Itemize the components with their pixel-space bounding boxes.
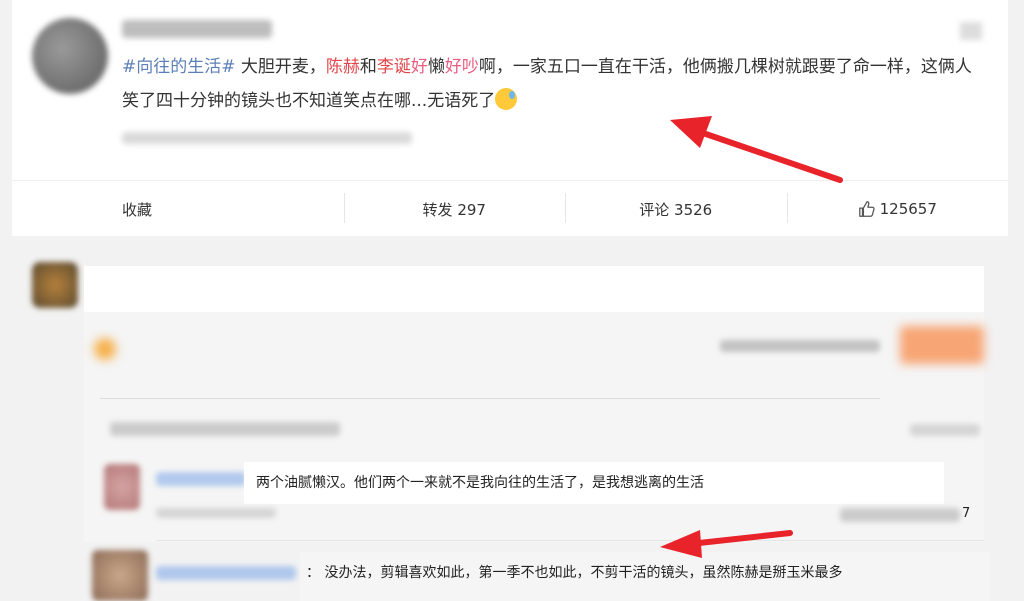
annotation-arrows: [660, 116, 843, 558]
red-arrow-2: [660, 530, 793, 558]
red-arrow-1: [670, 116, 843, 183]
